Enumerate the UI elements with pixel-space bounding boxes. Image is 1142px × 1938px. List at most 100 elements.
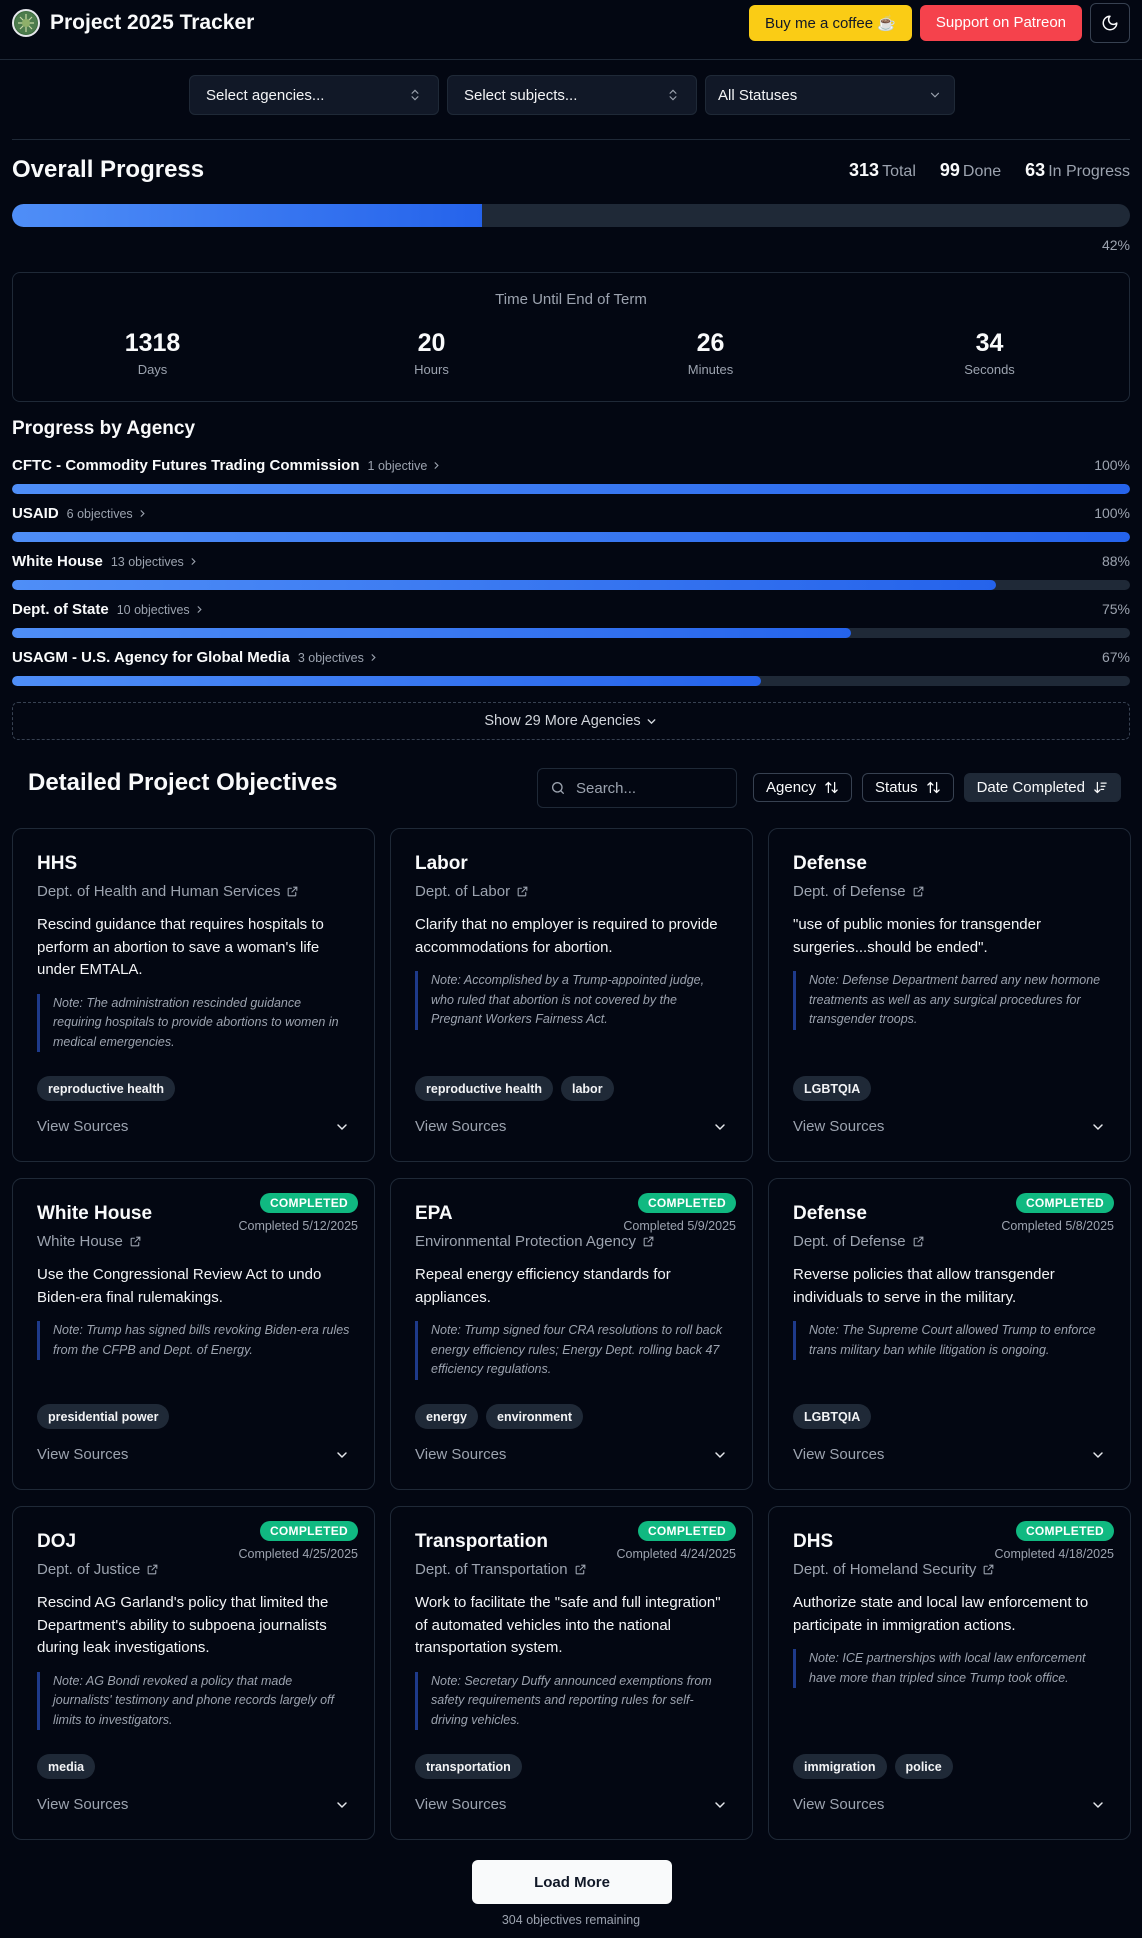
view-sources-toggle[interactable]: View Sources: [415, 1118, 728, 1135]
view-sources-toggle[interactable]: View Sources: [37, 1446, 350, 1463]
card-tags: reproductive health labor: [415, 1076, 614, 1101]
subject-tag[interactable]: transportation: [415, 1754, 522, 1779]
countdown-label: Seconds: [964, 362, 1015, 377]
card-department-link[interactable]: Dept. of Health and Human Services: [37, 883, 350, 900]
subject-select[interactable]: Select subjects...: [447, 75, 697, 115]
buy-coffee-button[interactable]: Buy me a coffee ☕: [748, 4, 912, 41]
view-sources-toggle[interactable]: View Sources: [415, 1796, 728, 1813]
view-sources-toggle[interactable]: View Sources: [415, 1446, 728, 1463]
countdown-value: 34: [975, 329, 1004, 357]
objective-card: COMPLETED Completed 5/12/2025 White House W…: [12, 1178, 375, 1490]
agency-progress-row[interactable]: USAID 6 objectives 100%: [12, 505, 1130, 553]
subject-tag[interactable]: labor: [561, 1076, 614, 1101]
agency-percent: 88%: [1101, 553, 1130, 569]
view-sources-label: View Sources: [793, 1118, 885, 1135]
countdown-label: Minutes: [687, 362, 734, 377]
agency-objective-count[interactable]: 10 objectives: [117, 603, 190, 617]
view-sources-label: View Sources: [37, 1796, 129, 1813]
agency-name: USAGM - U.S. Agency for Global Media: [12, 649, 290, 666]
completion-status: COMPLETED Completed 4/25/2025: [238, 1521, 358, 1561]
stat-in-progress-value: 63: [1025, 160, 1046, 180]
view-sources-toggle[interactable]: View Sources: [37, 1118, 350, 1135]
sort-status-button[interactable]: Status: [862, 773, 954, 802]
chevron-updown-icon: [666, 88, 680, 102]
card-objective: Work to facilitate the "safe and full in…: [415, 1594, 721, 1656]
agency-name: Dept. of State: [12, 601, 109, 618]
card-note: Note: AG Bondi revoked a policy that mad…: [37, 1671, 350, 1730]
subject-tag[interactable]: energy: [415, 1404, 478, 1429]
card-department-link[interactable]: Environmental Protection Agency: [415, 1233, 728, 1250]
agency-name: White House: [12, 553, 103, 570]
subject-tag[interactable]: immigration: [793, 1754, 887, 1779]
card-department-link[interactable]: Dept. of Transportation: [415, 1561, 728, 1578]
agency-select[interactable]: Select agencies...: [189, 75, 439, 115]
agency-objective-count[interactable]: 3 objectives: [298, 651, 364, 665]
subject-tag[interactable]: reproductive health: [415, 1076, 553, 1101]
chevron-right-icon: [194, 604, 205, 615]
agency-progress-fill: [12, 532, 1130, 542]
theme-toggle-button[interactable]: [1090, 2, 1130, 43]
card-department-link[interactable]: White House: [37, 1233, 350, 1250]
card-department-link[interactable]: Dept. of Defense: [793, 1233, 1106, 1250]
search-input[interactable]: [576, 779, 716, 797]
agency-objective-count[interactable]: 6 objectives: [67, 507, 133, 521]
completion-status: COMPLETED Completed 5/12/2025: [238, 1193, 358, 1233]
search-box: [537, 768, 737, 808]
brand[interactable]: Project 2025 Tracker: [12, 8, 254, 37]
chevron-right-icon: [368, 652, 379, 663]
sort-date-button[interactable]: Date Completed: [963, 773, 1121, 802]
completed-date: Completed 4/24/2025: [616, 1547, 736, 1561]
card-note: Note: Trump has signed bills revoking Bi…: [37, 1321, 350, 1360]
subject-tag[interactable]: LGBTQIA: [793, 1076, 872, 1101]
card-department: Dept. of Transportation: [415, 1561, 568, 1578]
card-tags: presidential power: [37, 1404, 170, 1429]
card-department: Dept. of Labor: [415, 883, 511, 900]
card-department: White House: [37, 1233, 123, 1250]
show-more-agencies-button[interactable]: Show 29 More Agencies: [12, 702, 1130, 740]
view-sources-toggle[interactable]: View Sources: [793, 1118, 1106, 1135]
countdown-minutes: 26 Minutes: [571, 329, 850, 377]
search-icon: [550, 780, 566, 796]
card-department-link[interactable]: Dept. of Justice: [37, 1561, 350, 1578]
external-link-icon: [286, 885, 299, 898]
completion-status: COMPLETED Completed 5/9/2025: [623, 1193, 736, 1233]
completion-status: COMPLETED Completed 4/24/2025: [616, 1521, 736, 1561]
load-more-button[interactable]: Load More: [472, 1860, 672, 1904]
status-select[interactable]: All Statuses: [705, 75, 955, 115]
sort-agency-button[interactable]: Agency: [753, 773, 853, 802]
subject-tag[interactable]: media: [37, 1754, 96, 1779]
agency-progress-fill: [12, 676, 762, 686]
view-sources-toggle[interactable]: View Sources: [793, 1796, 1106, 1813]
agency-progress-row[interactable]: White House 13 objectives 88%: [12, 553, 1130, 601]
view-sources-toggle[interactable]: View Sources: [37, 1796, 350, 1813]
view-sources-toggle[interactable]: View Sources: [793, 1446, 1106, 1463]
subject-tag[interactable]: environment: [486, 1404, 584, 1429]
card-note: Note: Defense Department barred any new …: [793, 971, 1106, 1030]
countdown-hours: 20 Hours: [292, 329, 571, 377]
card-department-link[interactable]: Dept. of Defense: [793, 883, 1106, 900]
card-objective: Reverse policies that allow transgender …: [793, 1266, 1055, 1306]
card-agency: HHS: [37, 853, 78, 874]
card-department-link[interactable]: Dept. of Homeland Security: [793, 1561, 1106, 1578]
countdown-title: Time Until End of Term: [495, 291, 647, 308]
card-note: Note: ICE partnerships with local law en…: [793, 1649, 1106, 1688]
agency-objective-count[interactable]: 1 objective: [368, 459, 428, 473]
completed-badge: COMPLETED: [259, 1193, 358, 1213]
card-note: Note: The administration rescinded guida…: [37, 993, 350, 1052]
objectives-remaining: 304 objectives remaining: [501, 1913, 641, 1927]
patreon-button[interactable]: Support on Patreon: [919, 4, 1082, 41]
agency-objective-count[interactable]: 13 objectives: [111, 555, 184, 569]
subject-tag[interactable]: LGBTQIA: [793, 1404, 872, 1429]
completed-date: Completed 4/18/2025: [994, 1547, 1114, 1561]
agency-progress-title: Progress by Agency: [12, 418, 196, 439]
chevron-down-icon: [1090, 1447, 1106, 1463]
subject-tag[interactable]: presidential power: [37, 1404, 170, 1429]
agency-progress-row[interactable]: Dept. of State 10 objectives 75%: [12, 601, 1130, 649]
agency-progress-row[interactable]: CFTC - Commodity Futures Trading Commiss…: [12, 457, 1130, 505]
agency-percent: 100%: [1094, 505, 1130, 521]
subject-tag[interactable]: police: [894, 1754, 953, 1779]
subject-tag[interactable]: reproductive health: [37, 1076, 175, 1101]
external-link-icon: [912, 1235, 925, 1248]
card-department-link[interactable]: Dept. of Labor: [415, 883, 728, 900]
agency-progress-row[interactable]: USAGM - U.S. Agency for Global Media 3 ob…: [12, 649, 1130, 697]
